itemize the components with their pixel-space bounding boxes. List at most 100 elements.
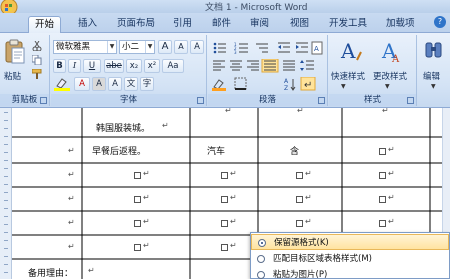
increase-indent-icon[interactable] bbox=[296, 42, 308, 53]
checkbox[interactable] bbox=[134, 196, 141, 203]
align-right-icon[interactable] bbox=[247, 60, 259, 71]
format-painter-icon[interactable] bbox=[32, 69, 42, 79]
change-case-button[interactable]: Aa bbox=[162, 59, 184, 73]
radio-button[interactable] bbox=[258, 239, 266, 247]
align-center-icon[interactable] bbox=[230, 60, 242, 71]
keep-source-formatting-option[interactable]: 保留源格式(K) bbox=[251, 234, 449, 250]
font-dialog-launcher[interactable] bbox=[197, 97, 204, 104]
checkbox[interactable] bbox=[379, 172, 386, 179]
bold-button[interactable]: B bbox=[53, 59, 66, 73]
alignment-row[interactable] bbox=[212, 59, 324, 73]
quick-access-toolbar[interactable] bbox=[0, 0, 30, 16]
ruler-tick bbox=[4, 216, 8, 217]
table-cell[interactable]: 韩国服装城。 bbox=[96, 121, 150, 134]
office-button-icon[interactable] bbox=[0, 0, 30, 16]
radio-button[interactable] bbox=[257, 271, 265, 279]
paste-icon[interactable] bbox=[4, 39, 26, 65]
line-spacing-icon[interactable] bbox=[300, 60, 314, 71]
chevron-down-icon[interactable]: ▼ bbox=[107, 41, 116, 53]
tab-references[interactable]: 引用 bbox=[173, 16, 192, 33]
align-left-icon[interactable] bbox=[213, 60, 225, 71]
highlight-color-icon[interactable] bbox=[54, 77, 70, 91]
binoculars-icon[interactable] bbox=[424, 39, 444, 63]
grow-font-button[interactable]: A bbox=[158, 40, 172, 54]
checkbox[interactable] bbox=[379, 148, 386, 155]
clear-formatting-button[interactable]: A bbox=[190, 40, 204, 54]
superscript-button[interactable]: x² bbox=[144, 59, 160, 73]
phonetic-guide-button[interactable]: 文 bbox=[124, 77, 138, 91]
table-cell[interactable]: 含 bbox=[290, 144, 299, 157]
change-styles-icon[interactable]: A A bbox=[381, 38, 405, 64]
tab-developer[interactable]: 开发工具 bbox=[329, 16, 367, 33]
change-styles-button[interactable]: 更改样式 bbox=[373, 70, 407, 82]
tab-mailings[interactable]: 邮件 bbox=[212, 16, 231, 33]
decrease-indent-icon[interactable] bbox=[278, 42, 290, 53]
checkbox[interactable] bbox=[134, 172, 141, 179]
help-icon[interactable]: ? bbox=[434, 16, 446, 28]
tab-add-ins[interactable]: 加载项 bbox=[386, 16, 415, 33]
sort-icon[interactable]: AZ bbox=[284, 78, 296, 91]
paragraph-mark: ↵ bbox=[388, 217, 395, 226]
chevron-down-icon[interactable]: ▼ bbox=[431, 83, 436, 90]
table-cell[interactable]: 备用理由： bbox=[28, 266, 73, 279]
table-cell[interactable]: 早餐后返程。 bbox=[92, 144, 146, 157]
tab-home[interactable]: 开始 bbox=[28, 16, 62, 33]
distributed-icon[interactable] bbox=[283, 60, 295, 71]
shading-icon[interactable] bbox=[212, 79, 226, 91]
character-shading-button[interactable]: A bbox=[92, 77, 106, 91]
clipboard-dialog-launcher[interactable] bbox=[40, 97, 47, 104]
checkbox[interactable] bbox=[296, 220, 303, 227]
cut-icon[interactable] bbox=[32, 41, 42, 51]
checkbox[interactable] bbox=[134, 220, 141, 227]
copy-icon[interactable] bbox=[32, 55, 42, 65]
checkbox[interactable] bbox=[221, 196, 228, 203]
tab-insert[interactable]: 插入 bbox=[78, 16, 97, 33]
chevron-down-icon[interactable]: ▼ bbox=[385, 83, 390, 90]
borders-icon[interactable] bbox=[234, 77, 247, 90]
checkbox[interactable] bbox=[379, 220, 386, 227]
tab-view[interactable]: 视图 bbox=[290, 16, 309, 33]
strikethrough-button[interactable]: abe bbox=[104, 59, 124, 73]
paragraph-dialog-launcher[interactable] bbox=[318, 97, 325, 104]
radio-button[interactable] bbox=[257, 255, 265, 263]
underline-button[interactable]: U bbox=[83, 59, 101, 73]
tab-review[interactable]: 审阅 bbox=[250, 16, 269, 33]
ruler-tick bbox=[4, 264, 8, 265]
paste-as-picture-option[interactable]: 粘贴为图片(P) bbox=[251, 267, 449, 279]
numbering-icon[interactable]: 123 bbox=[234, 42, 248, 55]
justify-icon[interactable] bbox=[261, 59, 279, 73]
character-border-button[interactable]: A bbox=[108, 77, 122, 91]
editing-button[interactable]: 编辑 bbox=[423, 70, 440, 82]
chinese-layout-icon[interactable]: A bbox=[311, 41, 323, 55]
paste-button[interactable]: 粘贴 bbox=[4, 70, 21, 82]
chevron-down-icon[interactable]: ▼ bbox=[145, 41, 154, 53]
ruler-tick bbox=[4, 152, 8, 153]
bullets-icon[interactable] bbox=[213, 42, 226, 54]
font-name-combo[interactable]: 微软雅黑 ▼ bbox=[53, 40, 117, 54]
show-hide-marks-icon[interactable]: ↵ bbox=[300, 77, 316, 91]
checkbox[interactable] bbox=[296, 172, 303, 179]
chevron-down-icon[interactable]: ▼ bbox=[341, 83, 346, 90]
italic-button[interactable]: I bbox=[68, 59, 81, 73]
checkbox[interactable] bbox=[296, 196, 303, 203]
list-buttons-row[interactable]: 123 A bbox=[212, 41, 324, 55]
font-color-button[interactable]: A bbox=[74, 77, 90, 91]
checkbox[interactable] bbox=[221, 172, 228, 179]
checkbox[interactable] bbox=[134, 244, 141, 251]
paragraph-mark: ↵ bbox=[88, 266, 95, 275]
shading-border-row[interactable]: AZ ↵ bbox=[212, 77, 324, 91]
match-destination-table-style-option[interactable]: 匹配目标区域表格样式(M) bbox=[251, 251, 449, 267]
checkbox[interactable] bbox=[221, 244, 228, 251]
table-cell[interactable]: 汽车 bbox=[207, 144, 225, 157]
multilevel-list-icon[interactable] bbox=[256, 43, 268, 53]
quick-styles-button[interactable]: 快速样式 bbox=[331, 70, 365, 82]
checkbox[interactable] bbox=[379, 196, 386, 203]
enclose-characters-button[interactable]: 字 bbox=[140, 77, 154, 91]
checkbox[interactable] bbox=[221, 220, 228, 227]
quick-styles-icon[interactable]: A bbox=[339, 38, 363, 64]
subscript-button[interactable]: x₂ bbox=[126, 59, 142, 73]
shrink-font-button[interactable]: A bbox=[174, 40, 188, 54]
font-size-combo[interactable]: 小二 ▼ bbox=[119, 40, 155, 54]
tab-page-layout[interactable]: 页面布局 bbox=[117, 16, 155, 33]
styles-dialog-launcher[interactable] bbox=[407, 97, 414, 104]
